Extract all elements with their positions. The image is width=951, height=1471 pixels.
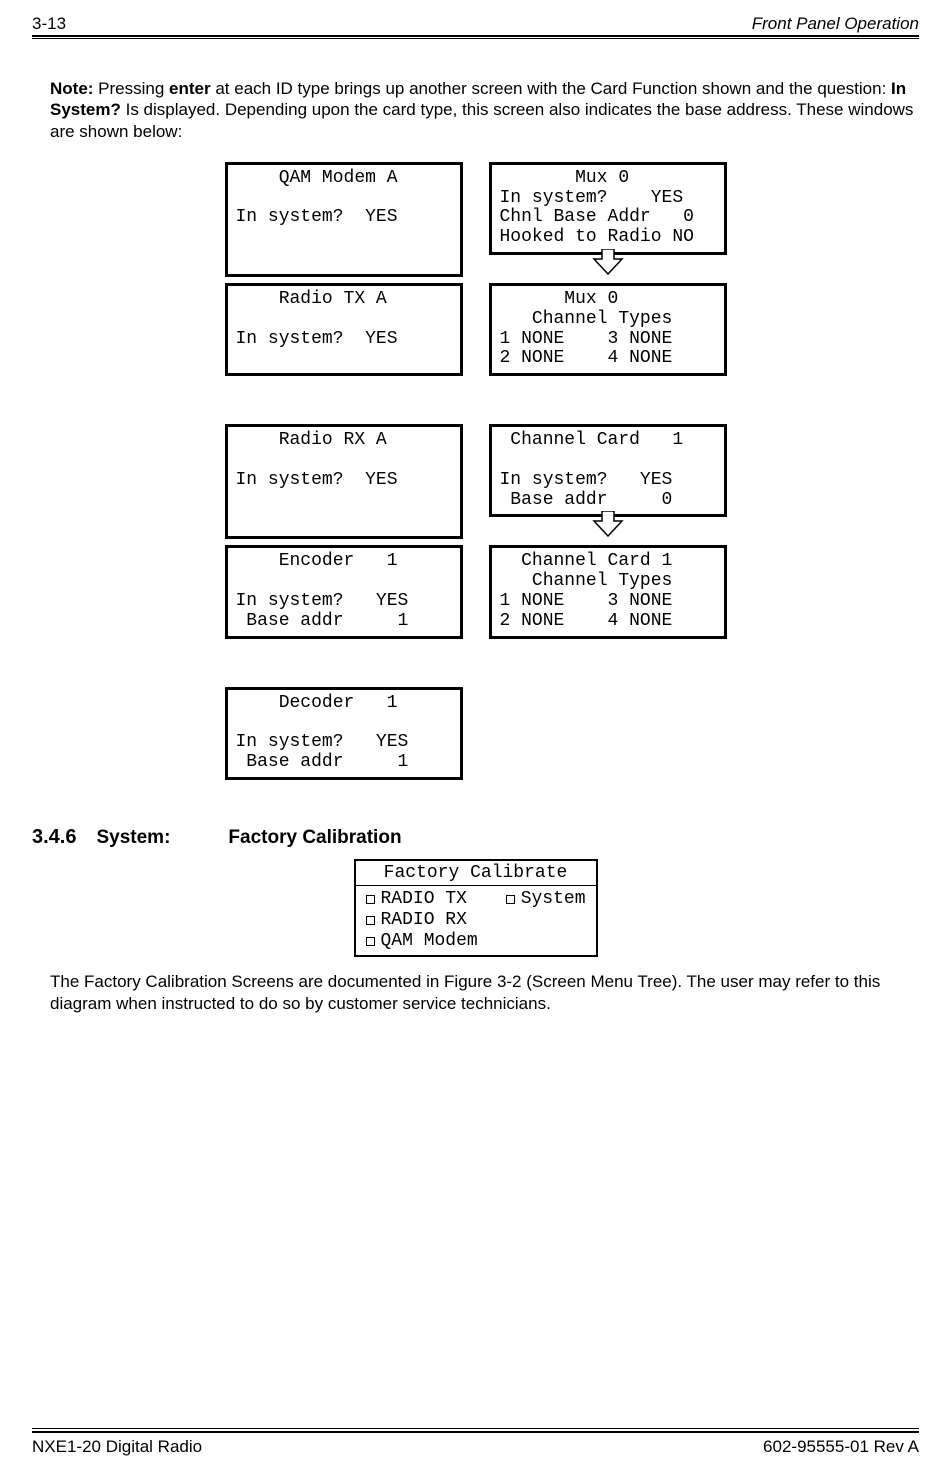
fc-item-radio-rx: RADIO RX <box>366 910 478 931</box>
diagram-col-mux0: Mux 0 In system? YES Chnl Base Addr 0 Ho… <box>489 162 727 277</box>
fc-item-radio-tx: RADIO TX <box>366 889 478 910</box>
diagram-row-2: Radio TX A In system? YES Mux 0 Channel … <box>32 283 919 376</box>
closing-paragraph: The Factory Calibration Screens are docu… <box>50 971 919 1014</box>
page-header: 3-13 Front Panel Operation <box>32 14 919 34</box>
diagram-placeholder <box>489 687 727 780</box>
bullet-icon <box>366 916 375 925</box>
diagram-col-chan1: Channel Card 1 In system? YES Base addr … <box>489 424 727 539</box>
page-footer: NXE1-20 Digital Radio 602-95555-01 Rev A <box>32 1437 919 1457</box>
footer-left: NXE1-20 Digital Radio <box>32 1437 202 1457</box>
lcd-qam-modem-a: QAM Modem A In system? YES <box>225 162 463 277</box>
lcd-radio-rx-a: Radio RX A In system? YES <box>225 424 463 539</box>
lcd-channel-card-1-types: Channel Card 1 Channel Types 1 NONE 3 NO… <box>489 545 727 638</box>
section-title: Factory Calibration <box>228 827 401 849</box>
section-heading: 3.4.6 System: Factory Calibration <box>32 826 919 849</box>
lcd-channel-card-1: Channel Card 1 In system? YES Base addr … <box>489 424 727 517</box>
fc-columns: RADIO TX RADIO RX QAM Modem System <box>366 889 586 951</box>
diagram-spacer <box>32 390 919 424</box>
top-rule <box>32 35 919 37</box>
factory-calibrate-title: Factory Calibrate <box>366 863 586 884</box>
lcd-encoder-1: Encoder 1 In system? YES Base addr 1 <box>225 545 463 638</box>
lcd-radio-tx-a: Radio TX A In system? YES <box>225 283 463 376</box>
fc-item-qam-modem: QAM Modem <box>366 931 478 952</box>
diagram-row-4: Encoder 1 In system? YES Base addr 1 Cha… <box>32 545 919 638</box>
note-label: Note: <box>50 79 93 98</box>
section-number: 3.4.6 <box>32 826 76 849</box>
diagram-spacer <box>32 653 919 687</box>
section-title: Front Panel Operation <box>752 14 919 34</box>
divider <box>356 885 596 886</box>
lcd-mux0-detail: Mux 0 In system? YES Chnl Base Addr 0 Ho… <box>489 162 727 255</box>
fc-item-system: System <box>506 889 586 910</box>
note-enter: enter <box>169 79 211 98</box>
fc-right-col: System <box>506 889 586 951</box>
bullet-icon <box>366 895 375 904</box>
note-t1: Pressing <box>93 79 169 98</box>
arrow-down-icon <box>592 511 624 537</box>
arrow-down-icon <box>592 249 624 275</box>
bullet-icon <box>506 895 515 904</box>
bullet-icon <box>366 937 375 946</box>
fc-left-col: RADIO TX RADIO RX QAM Modem <box>366 889 478 951</box>
note-t2: at each ID type brings up another screen… <box>211 79 891 98</box>
factory-calibrate-row: Factory Calibrate RADIO TX RADIO RX QAM … <box>32 859 919 958</box>
lcd-decoder-1: Decoder 1 In system? YES Base addr 1 <box>225 687 463 780</box>
diagram-row-5: Decoder 1 In system? YES Base addr 1 <box>32 687 919 780</box>
note-paragraph: Note: Pressing enter at each ID type bri… <box>50 78 919 142</box>
factory-calibrate-box: Factory Calibrate RADIO TX RADIO RX QAM … <box>354 859 598 958</box>
diagram-row-1: QAM Modem A In system? YES Mux 0 In syst… <box>32 162 919 277</box>
lcd-mux0-channels: Mux 0 Channel Types 1 NONE 3 NONE 2 NONE… <box>489 283 727 376</box>
diagram-row-3: Radio RX A In system? YES Channel Card 1… <box>32 424 919 539</box>
note-t3: Is displayed. Depending upon the card ty… <box>50 100 913 140</box>
footer-right: 602-95555-01 Rev A <box>763 1437 919 1457</box>
section-system-label: System: <box>96 827 170 849</box>
page-number: 3-13 <box>32 14 66 34</box>
bottom-rule <box>32 1428 919 1429</box>
page-content: Note: Pressing enter at each ID type bri… <box>32 78 919 1014</box>
